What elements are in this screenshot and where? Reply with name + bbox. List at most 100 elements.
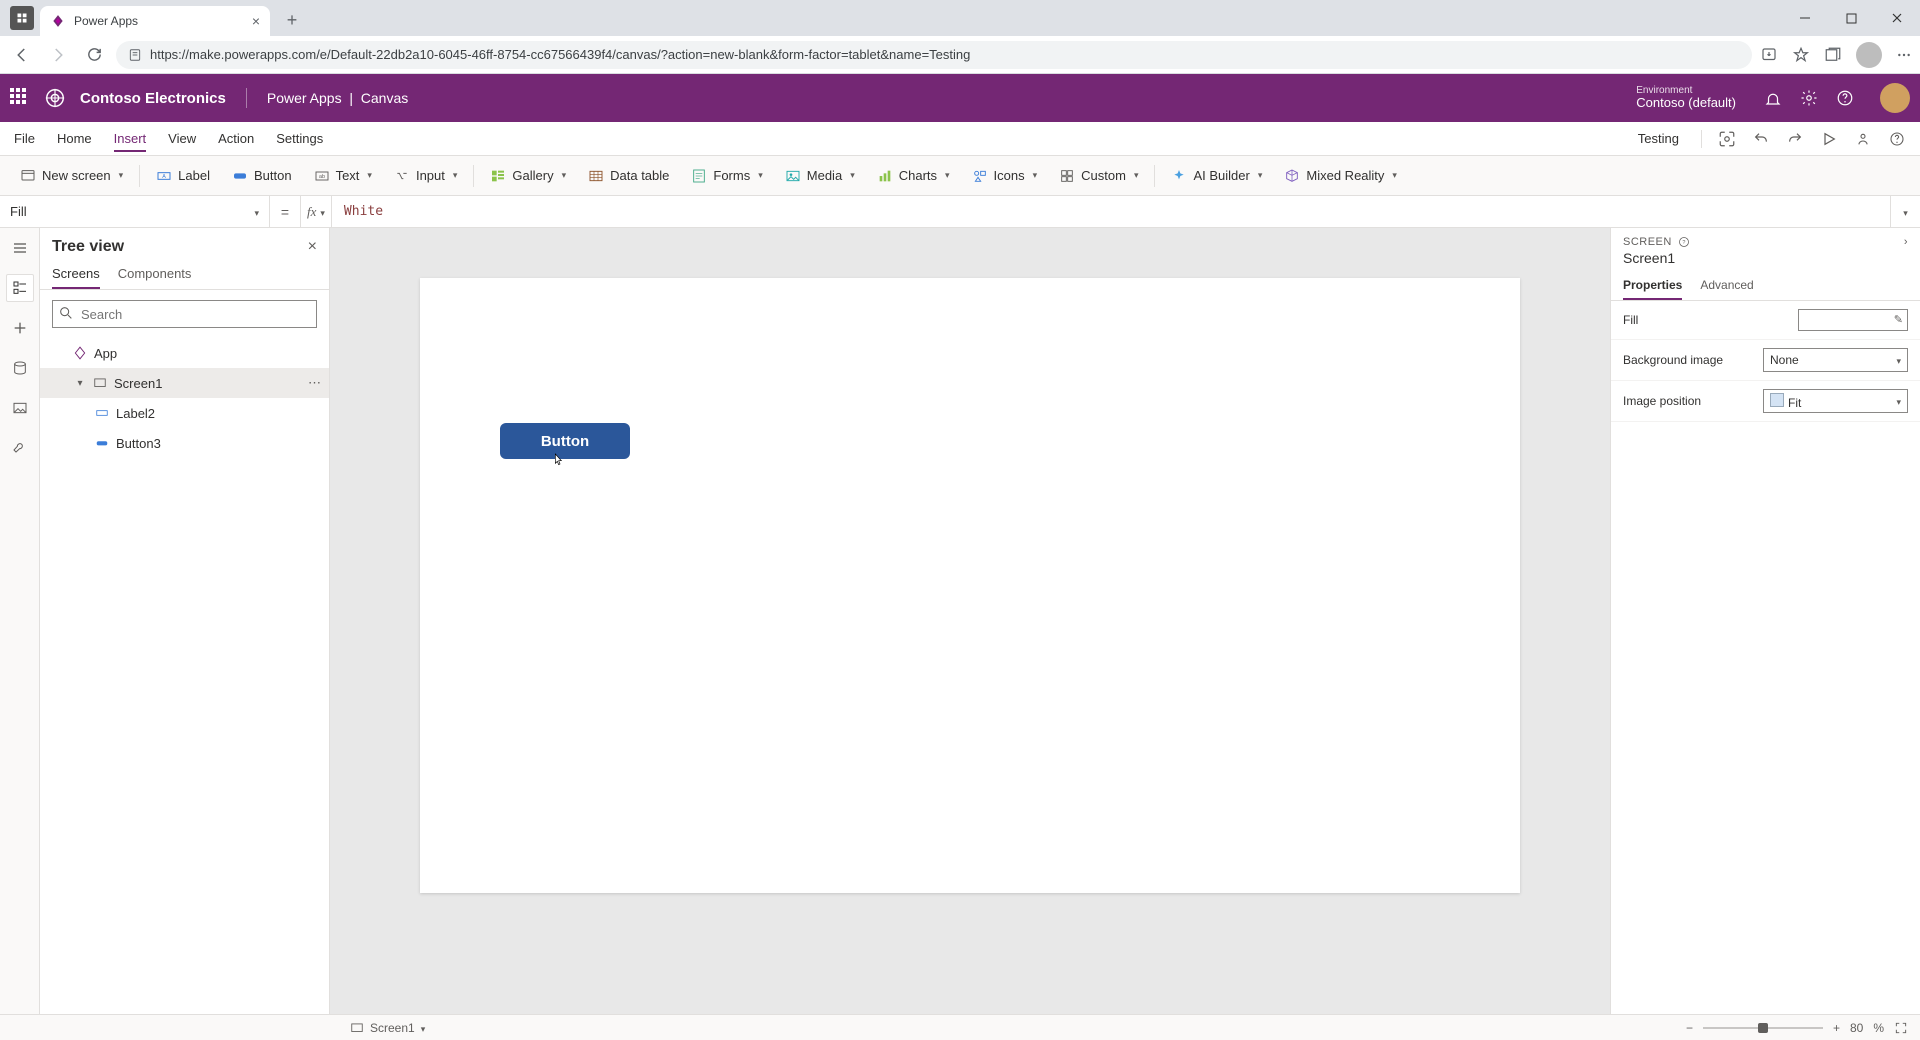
formula-bar: Fill = fx White xyxy=(0,196,1920,228)
menu-file[interactable]: File xyxy=(14,125,35,152)
preview-play-icon[interactable] xyxy=(1820,130,1838,148)
reload-button[interactable] xyxy=(80,41,108,69)
fx-button[interactable]: fx xyxy=(300,196,332,227)
label-node-icon xyxy=(94,405,110,421)
tree-item-button3[interactable]: Button3 xyxy=(40,428,329,458)
tree-item-screen1[interactable]: ▾ Screen1 ⋯ xyxy=(40,368,329,398)
media-icon xyxy=(785,168,801,184)
tree-view-rail-icon[interactable] xyxy=(6,274,34,302)
profile-avatar[interactable] xyxy=(1856,42,1882,68)
notifications-icon[interactable] xyxy=(1764,89,1782,107)
redo-icon[interactable] xyxy=(1786,130,1804,148)
data-table-icon xyxy=(588,168,604,184)
install-app-icon[interactable] xyxy=(1760,46,1778,64)
tree-item-app[interactable]: App xyxy=(40,338,329,368)
bgimage-select[interactable]: None xyxy=(1763,348,1908,372)
chevron-down-icon xyxy=(320,203,325,221)
dropper-icon: ✎ xyxy=(1894,313,1903,326)
chevron-down-icon[interactable] xyxy=(421,1021,426,1035)
zoom-in-button[interactable]: + xyxy=(1833,1021,1840,1035)
collections-icon[interactable] xyxy=(1824,46,1842,64)
menu-view[interactable]: View xyxy=(168,125,196,152)
insert-media-button[interactable]: Media▾ xyxy=(777,164,863,188)
user-avatar[interactable] xyxy=(1880,83,1910,113)
insert-text-button[interactable]: ab Text▾ xyxy=(306,164,380,188)
formula-input[interactable]: White xyxy=(332,204,1890,219)
close-panel-icon[interactable]: × xyxy=(308,238,317,256)
fill-color-picker[interactable]: ✎ xyxy=(1798,309,1908,331)
menu-insert[interactable]: Insert xyxy=(114,125,147,152)
more-icon[interactable]: ⋯ xyxy=(308,375,321,391)
back-button[interactable] xyxy=(8,41,36,69)
tab-screens[interactable]: Screens xyxy=(52,260,100,289)
insert-rail-icon[interactable] xyxy=(6,314,34,342)
status-screen-name[interactable]: Screen1 xyxy=(370,1021,415,1035)
control-name[interactable]: Screen1 xyxy=(1611,250,1920,272)
tab-components[interactable]: Components xyxy=(118,260,192,289)
environment-label: Environment xyxy=(1636,85,1736,96)
insert-datatable-button[interactable]: Data table xyxy=(580,164,677,188)
app-launcher-icon[interactable] xyxy=(10,88,30,108)
forward-button[interactable] xyxy=(44,41,72,69)
insert-aibuilder-button[interactable]: AI Builder▾ xyxy=(1163,164,1270,188)
undo-icon[interactable] xyxy=(1752,130,1770,148)
share-icon[interactable] xyxy=(1854,130,1872,148)
zoom-out-button[interactable]: − xyxy=(1686,1021,1693,1035)
insert-forms-button[interactable]: Forms▾ xyxy=(683,164,770,188)
media-rail-icon[interactable] xyxy=(6,394,34,422)
new-tab-button[interactable]: + xyxy=(278,6,306,34)
favorite-icon[interactable] xyxy=(1792,46,1810,64)
collapse-icon[interactable]: ▾ xyxy=(74,378,86,389)
tree-item-label2[interactable]: Label2 xyxy=(40,398,329,428)
app-checker-icon[interactable] xyxy=(1718,130,1736,148)
props-tab-advanced[interactable]: Advanced xyxy=(1700,272,1753,300)
close-window-button[interactable] xyxy=(1874,0,1920,36)
canvas-area[interactable]: Button xyxy=(330,228,1610,1014)
new-screen-button[interactable]: New screen▾ xyxy=(12,164,131,188)
data-rail-icon[interactable] xyxy=(6,354,34,382)
insert-gallery-button[interactable]: Gallery▾ xyxy=(482,164,574,188)
tree-search-input[interactable] xyxy=(52,300,317,328)
insert-input-button[interactable]: Input▾ xyxy=(386,164,465,188)
address-bar[interactable]: https://make.powerapps.com/e/Default-22d… xyxy=(116,41,1752,69)
insert-custom-button[interactable]: Custom▾ xyxy=(1051,164,1146,188)
tools-rail-icon[interactable] xyxy=(6,434,34,462)
tree-list: App ▾ Screen1 ⋯ Label2 Button3 xyxy=(40,338,329,1014)
expand-panel-icon[interactable]: › xyxy=(1904,236,1908,248)
hamburger-icon[interactable] xyxy=(6,234,34,262)
fit-screen-icon[interactable] xyxy=(1894,1021,1908,1035)
insert-mixedreality-button[interactable]: Mixed Reality▾ xyxy=(1276,164,1405,188)
button-icon xyxy=(232,168,248,184)
browser-tab[interactable]: Power Apps × xyxy=(40,6,270,36)
zoom-slider[interactable] xyxy=(1703,1027,1823,1029)
imgpos-select[interactable]: Fit xyxy=(1763,389,1908,413)
minimize-button[interactable] xyxy=(1782,0,1828,36)
app-name-label[interactable]: Testing xyxy=(1638,131,1679,146)
menubar-help-icon[interactable] xyxy=(1888,130,1906,148)
tab-title: Power Apps xyxy=(74,14,138,28)
equals-sign: = xyxy=(270,204,300,220)
property-selector[interactable]: Fill xyxy=(0,196,270,227)
insert-button-button[interactable]: Button xyxy=(224,164,300,188)
canvas-button-control[interactable]: Button xyxy=(500,423,630,459)
browser-menu-icon[interactable] xyxy=(1896,47,1912,63)
props-tab-properties[interactable]: Properties xyxy=(1623,272,1682,300)
screen-status-icon xyxy=(350,1021,364,1035)
tab-group-icon[interactable] xyxy=(10,6,34,30)
formula-expand-button[interactable] xyxy=(1890,196,1920,227)
info-icon[interactable]: ? xyxy=(1678,236,1690,248)
insert-charts-button[interactable]: Charts▾ xyxy=(869,164,958,188)
insert-icons-button[interactable]: Icons▾ xyxy=(964,164,1046,188)
settings-gear-icon[interactable] xyxy=(1800,89,1818,107)
environment-picker[interactable]: Environment Contoso (default) xyxy=(1636,85,1736,110)
maximize-button[interactable] xyxy=(1828,0,1874,36)
menu-action[interactable]: Action xyxy=(218,125,254,152)
charts-icon xyxy=(877,168,893,184)
gallery-icon xyxy=(490,168,506,184)
tab-close-icon[interactable]: × xyxy=(252,13,260,29)
screen-canvas[interactable]: Button xyxy=(420,278,1520,893)
menu-settings[interactable]: Settings xyxy=(276,125,323,152)
menu-home[interactable]: Home xyxy=(57,125,92,152)
insert-label-button[interactable]: A Label xyxy=(148,164,218,188)
help-icon[interactable] xyxy=(1836,89,1854,107)
